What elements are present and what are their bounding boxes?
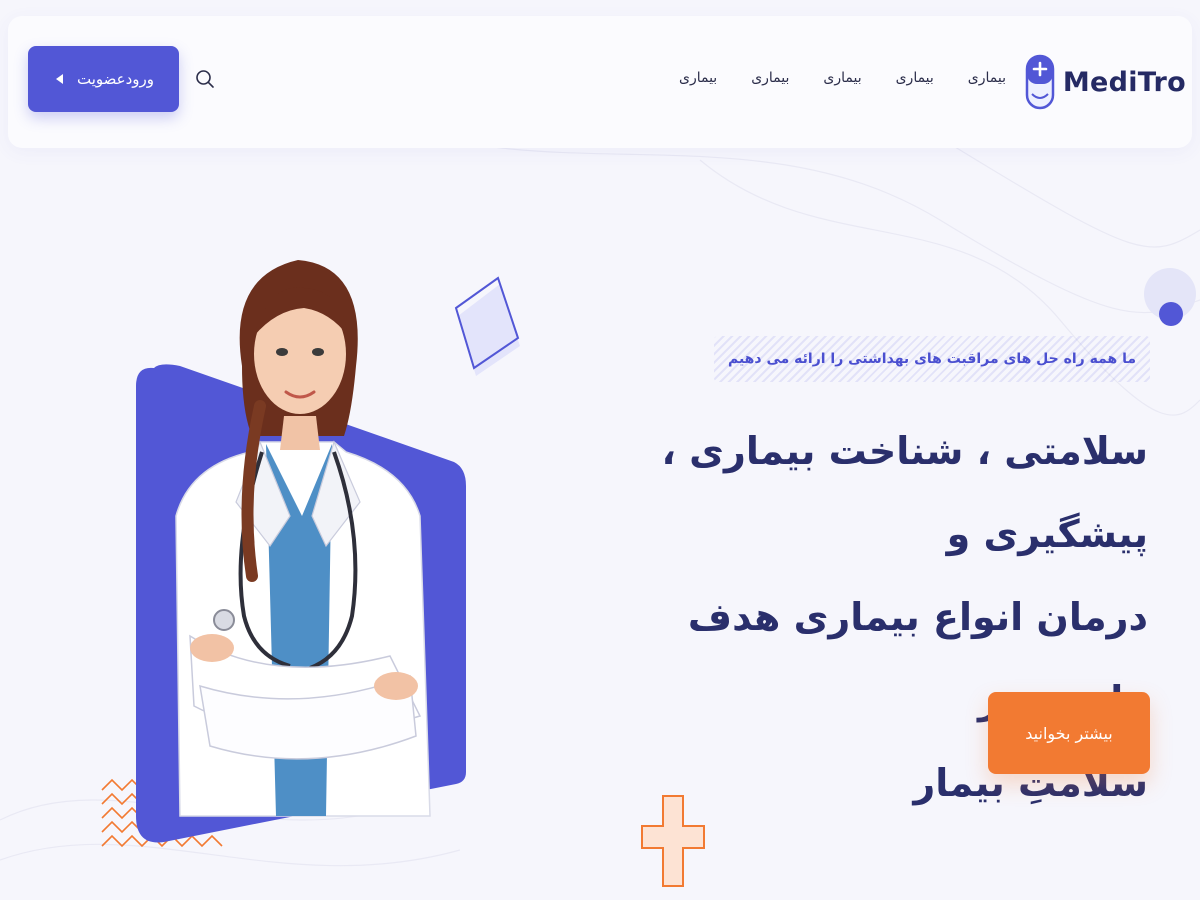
landing-page: ورود‌عضویت بیماری بیماری بیماری بیماری ب… xyxy=(0,0,1200,900)
site-header: ورود‌عضویت بیماری بیماری بیماری بیماری ب… xyxy=(8,16,1192,148)
site-logo[interactable]: MediTro xyxy=(1025,54,1186,110)
read-more-button[interactable]: بیشتر بخوانید xyxy=(988,692,1150,774)
nav-item-4[interactable]: بیماری xyxy=(751,70,789,86)
login-register-label: ورود‌عضویت xyxy=(76,70,155,88)
nav-item-2[interactable]: بیماری xyxy=(896,70,934,86)
decor-circles xyxy=(1144,268,1196,326)
login-register-button[interactable]: ورود‌عضویت xyxy=(28,46,179,112)
search-icon[interactable] xyxy=(194,68,216,90)
doctor-photo xyxy=(136,260,466,843)
nav-item-3[interactable]: بیماری xyxy=(823,70,861,86)
hero-tagline: ما همه راه حل های مراقبت های بهداشتی را … xyxy=(713,336,1150,382)
nav-item-5[interactable]: بیماری xyxy=(679,70,717,86)
logo-text: MediTro xyxy=(1062,66,1186,98)
nav-item-1[interactable]: بیماری xyxy=(968,70,1006,86)
logo-icon xyxy=(1025,54,1055,110)
main-nav: بیماری بیماری بیماری بیماری بیماری xyxy=(679,70,1006,86)
arrow-left-icon xyxy=(55,74,63,84)
hero-headline-line-1: سلامتی ، شناخت بیماری ، پیشگیری و xyxy=(661,429,1149,556)
